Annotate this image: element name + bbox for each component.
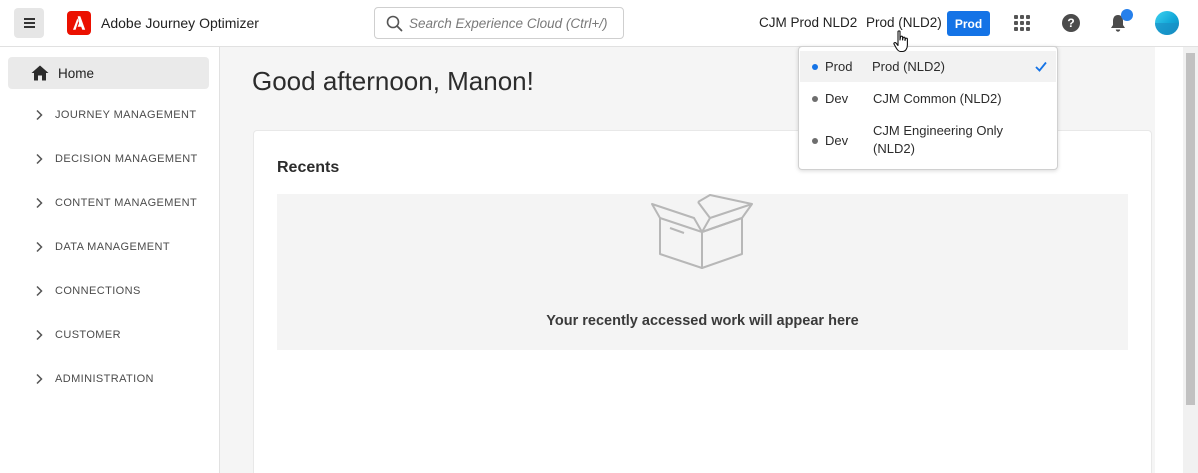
sidebar-item-label: ADMINISTRATION	[55, 373, 154, 385]
top-bar: Adobe Journey Optimizer CJM Prod NLD2 Pr…	[0, 0, 1198, 47]
sidebar-item-customer[interactable]: CUSTOMER	[0, 321, 219, 351]
section-title: Recents	[277, 159, 340, 176]
sidebar-item-administration[interactable]: ADMINISTRATION	[0, 365, 219, 395]
menu-toggle-button[interactable]	[14, 8, 44, 38]
sidebar-item-journey-management[interactable]: JOURNEY MANAGEMENT	[0, 101, 219, 131]
hand-pointer-cursor-icon	[893, 30, 908, 53]
sidebar-item-content-management[interactable]: CONTENT MANAGEMENT	[0, 189, 219, 219]
notification-badge	[1121, 9, 1133, 21]
adobe-logo-icon[interactable]	[67, 11, 91, 35]
sidebar-item-data-management[interactable]: DATA MANAGEMENT	[0, 233, 219, 263]
hamburger-line	[23, 26, 35, 28]
sidebar-item-label: JOURNEY MANAGEMENT	[55, 109, 197, 121]
sandbox-env-label: Prod	[825, 59, 853, 74]
sandbox-name-label: Prod (NLD2)	[872, 59, 945, 74]
empty-state: Your recently accessed work will appear …	[277, 194, 1128, 350]
page-title: Good afternoon, Manon!	[252, 66, 534, 96]
sandbox-option[interactable]: Dev CJM Common (NLD2)	[800, 84, 1056, 115]
app-title[interactable]: Adobe Journey Optimizer	[101, 15, 259, 31]
left-navigation: Home JOURNEY MANAGEMENT DECISION MANAGEM…	[0, 47, 220, 473]
chevron-right-icon	[36, 373, 43, 385]
hamburger-line	[23, 18, 35, 20]
user-avatar[interactable]	[1155, 11, 1179, 35]
sidebar-item-home[interactable]: Home	[8, 57, 209, 89]
sidebar-item-label: CUSTOMER	[55, 329, 121, 341]
page-scrollbar[interactable]	[1183, 47, 1198, 473]
status-dot	[812, 96, 818, 102]
sandbox-option[interactable]: Prod Prod (NLD2)	[800, 51, 1056, 82]
sidebar-item-decision-management[interactable]: DECISION MANAGEMENT	[0, 145, 219, 175]
sidebar-item-label: DATA MANAGEMENT	[55, 241, 170, 253]
sidebar-item-label: DECISION MANAGEMENT	[55, 153, 198, 165]
app-switcher-icon[interactable]	[1014, 15, 1030, 31]
sandbox-switcher[interactable]: Prod (NLD2)	[866, 15, 942, 30]
help-icon[interactable]: ?	[1062, 14, 1080, 32]
empty-state-message: Your recently accessed work will appear …	[546, 313, 859, 329]
sandbox-env-label: Dev	[825, 91, 849, 106]
sandbox-option[interactable]: Dev CJM Engineering Only (NLD2)	[800, 118, 1056, 164]
chevron-right-icon	[36, 197, 43, 209]
status-dot	[812, 138, 818, 144]
home-icon	[31, 65, 49, 81]
search-icon	[386, 15, 403, 32]
chevron-right-icon	[36, 153, 43, 165]
sandbox-env-label: Dev	[825, 133, 849, 148]
sidebar-item-label: CONTENT MANAGEMENT	[55, 197, 198, 209]
recents-card: Recents Your recently accessed work will…	[253, 130, 1152, 473]
sidebar-item-label: CONNECTIONS	[55, 285, 141, 297]
chevron-right-icon	[36, 329, 43, 341]
chevron-right-icon	[36, 285, 43, 297]
sandbox-dropdown: Prod Prod (NLD2) Dev CJM Common (NLD2) D…	[798, 46, 1058, 170]
search-box[interactable]	[374, 7, 624, 39]
search-input[interactable]	[409, 8, 619, 38]
hamburger-line	[23, 22, 35, 24]
sandbox-type-badge[interactable]: Prod	[947, 11, 990, 36]
sandbox-name-label: CJM Common (NLD2)	[873, 91, 1002, 106]
sidebar-item-connections[interactable]: CONNECTIONS	[0, 277, 219, 307]
empty-box-icon	[651, 194, 753, 269]
org-switcher[interactable]: CJM Prod NLD2	[759, 15, 857, 30]
chevron-right-icon	[36, 241, 43, 253]
sidebar-item-label: Home	[58, 66, 95, 81]
chevron-right-icon	[36, 109, 43, 121]
sandbox-name-label: CJM Engineering Only (NLD2)	[873, 123, 1004, 156]
status-dot	[812, 64, 818, 70]
checkmark-icon	[1035, 61, 1047, 72]
scrollbar-thumb[interactable]	[1186, 53, 1195, 405]
